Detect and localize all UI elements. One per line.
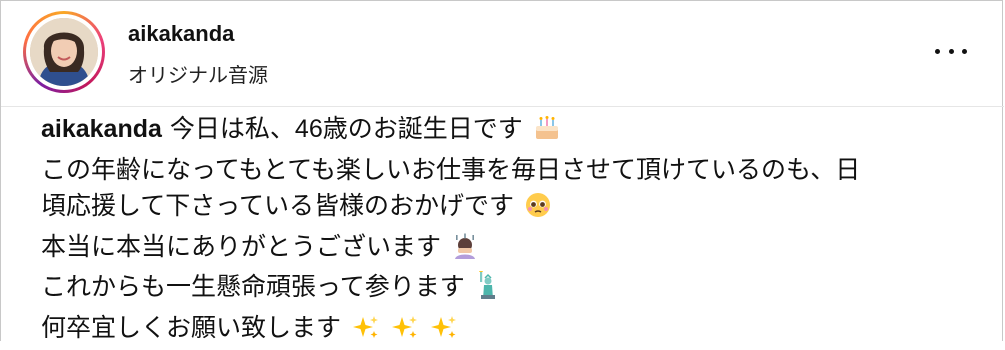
story-ring[interactable] — [23, 11, 105, 93]
caption-line: これからも一生懸命頑張って参ります — [41, 269, 981, 310]
audio-label[interactable]: オリジナル音源 — [128, 59, 268, 88]
sparkles-icon — [352, 314, 380, 350]
caption-line: この年齢になってもとても楽しいお仕事を毎日させて頂けているのも、日 — [41, 152, 981, 189]
caption-line: aikakanda今日は私、46歳のお誕生日です — [41, 111, 981, 152]
sparkles-icon — [391, 314, 419, 350]
post-caption: aikakanda今日は私、46歳のお誕生日です この年齢になってもとても楽しい… — [41, 111, 981, 350]
post-header: aikakanda オリジナル音源 — [1, 1, 1004, 107]
more-horizontal-icon[interactable] — [931, 39, 971, 63]
avatar[interactable] — [30, 18, 98, 86]
pleading-face-icon — [525, 192, 551, 229]
caption-line: 何卒宜しくお願い致します — [41, 310, 981, 350]
post-card: aikakanda オリジナル音源 aikakanda今日は私、46歳のお誕生日… — [0, 0, 1003, 341]
statue-of-liberty-icon — [476, 271, 498, 310]
username[interactable]: aikakanda — [128, 21, 234, 47]
person-bowing-icon — [452, 233, 478, 270]
caption-line: 本当に本当にありがとうございます — [41, 229, 981, 270]
birthday-cake-icon — [534, 115, 560, 152]
caption-line: 頃応援して下さっている皆様のおかげです — [41, 188, 981, 229]
sparkles-icon — [430, 314, 458, 350]
caption-author[interactable]: aikakanda — [41, 115, 162, 143]
